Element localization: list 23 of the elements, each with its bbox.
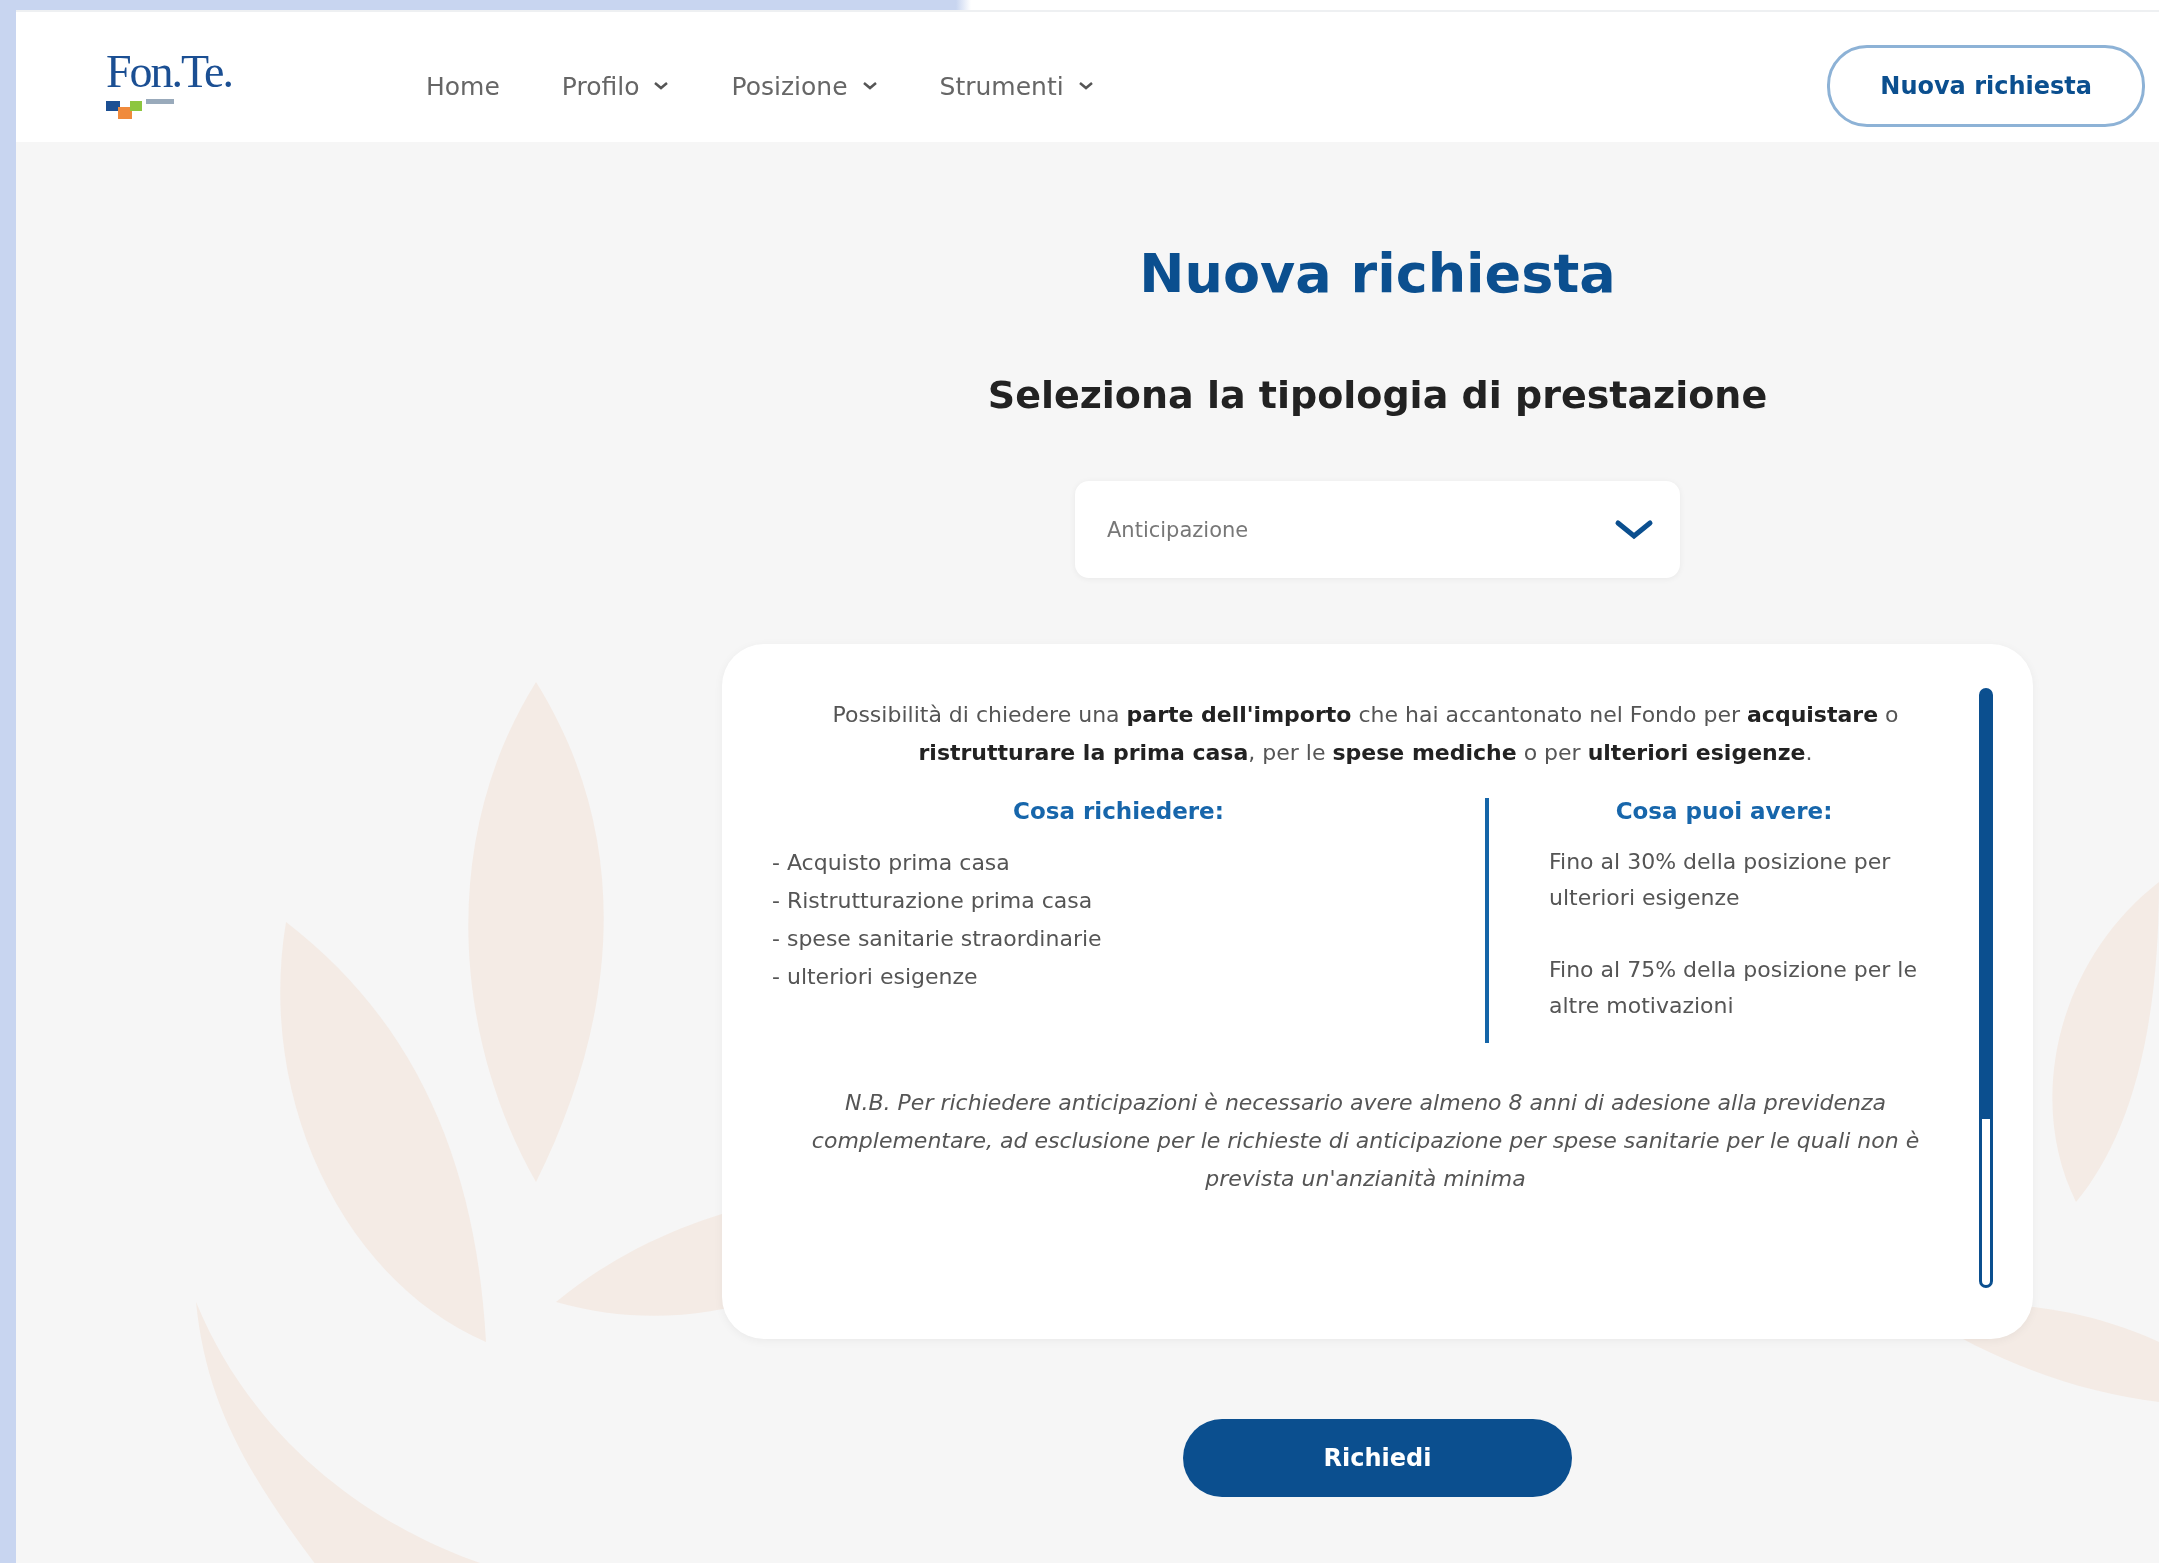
description-text: Possibilità di chiedere una parte dell'importo che hai accantonato nel Fondo per acquistare o ristrutturare la prima casa, per le spese mediche o per ulteriori esigenze.	[831, 701, 1900, 767]
scrollbar[interactable]	[1979, 688, 1993, 1288]
list-item: - spese sanitarie straordinarie	[772, 925, 1103, 953]
nav-link[interactable]: Home	[426, 71, 500, 101]
type-dropdown[interactable]: Anticipazione	[1075, 481, 1680, 578]
list-item: - ulteriori esigenze	[772, 963, 979, 991]
column-heading: Cosa richiedere:	[1012, 798, 1225, 824]
nav-link[interactable]: Posizione	[731, 71, 878, 101]
list-item: - Ristrutturazione prima casa	[772, 887, 1094, 915]
note-text: N.B. Per richiedere anticipazioni è necessario avere almeno 8 anni di adesione alla previdenza complementare, ad esclusione per le richieste di anticipazione per spese sanitarie per le quali non è prevista un'anzianità minima	[810, 1089, 1921, 1193]
list-item: - Acquisto prima casa	[772, 849, 1011, 877]
benefit-text: Fino al 75% della posizione per le altre motivazioni	[1549, 956, 1919, 1020]
new-request-button[interactable]: Nuova richiesta	[1827, 45, 2145, 127]
scrollbar-thumb[interactable]	[1982, 691, 1990, 1119]
chevron-down-icon	[1614, 518, 1654, 541]
section-heading: Seleziona la tipologia di prestazione	[987, 373, 1768, 417]
nav-link[interactable]: Profilo	[561, 71, 670, 101]
page-title: Nuova richiesta	[1139, 242, 1616, 305]
benefit-text: Fino al 30% della posizione per ulteriori esigenze	[1549, 848, 1892, 912]
nav-link[interactable]: Strumenti	[939, 71, 1094, 101]
column-heading: Cosa puoi avere:	[1614, 798, 1834, 824]
request-button[interactable]: Richiedi	[1183, 1419, 1572, 1497]
logo-text[interactable]: Fon.Te.	[106, 49, 232, 95]
